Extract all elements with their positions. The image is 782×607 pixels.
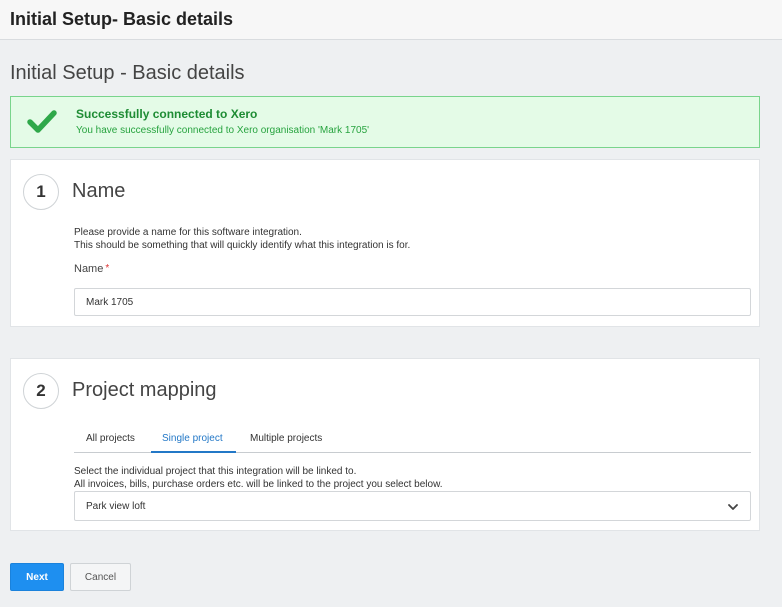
description-line: All invoices, bills, purchase orders etc… <box>74 479 443 490</box>
description-line: Please provide a name for this software … <box>74 227 302 238</box>
name-field-label: Name * <box>74 263 109 275</box>
header-title: Initial Setup- Basic details <box>10 9 234 29</box>
project-select[interactable]: Park view loft <box>74 491 751 521</box>
section-title: Project mapping <box>72 379 217 401</box>
tab-single-project[interactable]: Single project <box>162 433 223 444</box>
name-description: Please provide a name for this software … <box>74 226 410 252</box>
tab-multiple-projects[interactable]: Multiple projects <box>250 433 322 444</box>
chevron-down-icon <box>728 504 738 510</box>
cancel-button[interactable]: Cancel <box>70 563 131 591</box>
project-mapping-section: 2 Project mapping All projects Single pr… <box>10 358 760 531</box>
section-title: Name <box>72 180 126 202</box>
description-line: Select the individual project that this … <box>74 466 357 477</box>
alert-message: You have successfully connected to Xero … <box>76 125 370 136</box>
project-tabs: All projects Single project Multiple pro… <box>74 425 751 453</box>
step-number: 1 <box>23 174 59 210</box>
name-label-text: Name <box>74 263 104 275</box>
project-select-value: Park view loft <box>86 501 146 512</box>
project-description: Select the individual project that this … <box>74 465 443 491</box>
active-tab-indicator <box>151 451 236 453</box>
description-line: This should be something that will quick… <box>74 240 411 251</box>
top-bar: Initial Setup- Basic details <box>0 0 782 40</box>
tab-all-projects[interactable]: All projects <box>86 433 135 444</box>
check-icon <box>27 110 57 133</box>
alert-title: Successfully connected to Xero <box>76 107 258 121</box>
name-input[interactable] <box>74 288 751 316</box>
success-alert: Successfully connected to Xero You have … <box>10 96 760 148</box>
step-number: 2 <box>23 373 59 409</box>
page-title: Initial Setup - Basic details <box>10 62 245 84</box>
name-section: 1 Name Please provide a name for this so… <box>10 159 760 327</box>
required-marker: * <box>105 263 110 274</box>
next-button[interactable]: Next <box>10 563 64 591</box>
